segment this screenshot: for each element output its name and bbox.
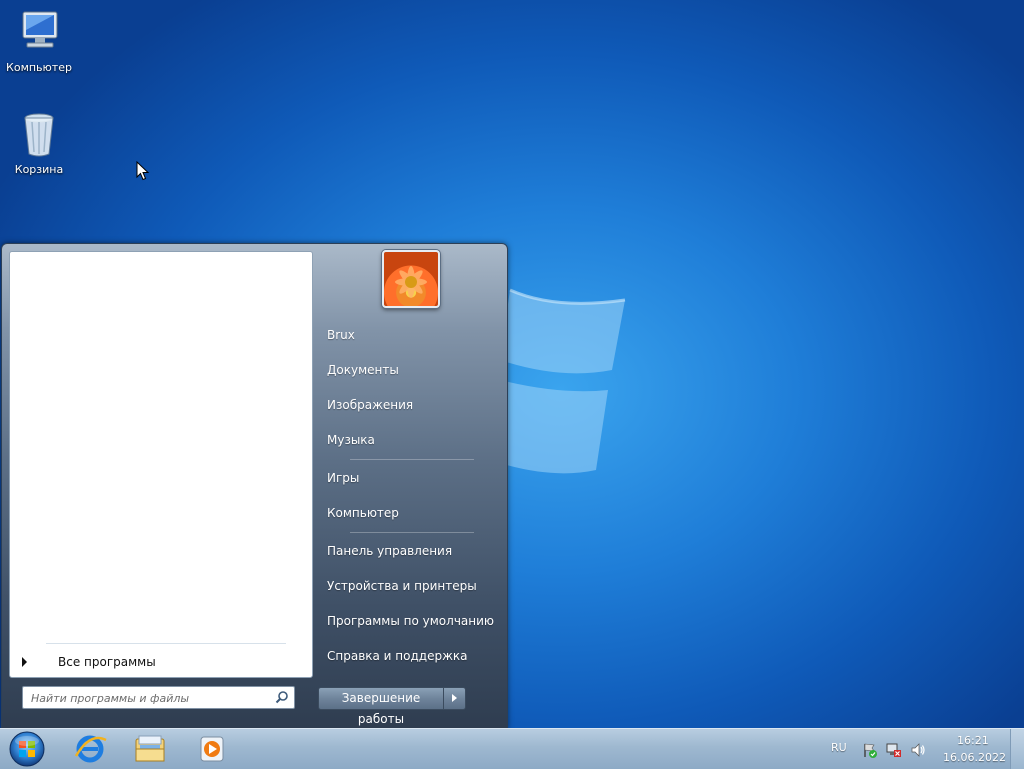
menu-item-documents[interactable]: Документы <box>320 357 499 383</box>
mouse-cursor-icon <box>136 161 150 181</box>
menu-item-user[interactable]: Brux <box>320 322 499 348</box>
desktop-icon-recycle-bin[interactable]: Корзина <box>1 110 77 176</box>
separator <box>46 643 286 644</box>
language-indicator[interactable]: RU <box>831 741 847 754</box>
menu-item-default-programs[interactable]: Программы по умолчанию <box>320 608 499 634</box>
show-desktop-button[interactable] <box>1010 729 1024 769</box>
separator <box>350 459 474 460</box>
desktop: Компьютер Корзина Все программы Найти пр… <box>0 0 1024 728</box>
desktop-icon-label: Корзина <box>14 163 64 176</box>
computer-icon <box>22 11 58 48</box>
all-programs-label: Все программы <box>58 655 156 669</box>
menu-item-devices-printers[interactable]: Устройства и принтеры <box>320 573 499 599</box>
search-icon[interactable] <box>275 690 289 704</box>
internet-explorer-icon[interactable] <box>70 732 110 766</box>
programs-pane: Все программы <box>9 251 313 678</box>
volume-icon[interactable] <box>910 742 926 758</box>
clock-time[interactable]: 16:21 <box>957 734 989 747</box>
menu-item-control-panel[interactable]: Панель управления <box>320 538 499 564</box>
media-player-icon[interactable] <box>192 732 232 766</box>
menu-item-games[interactable]: Игры <box>320 465 499 491</box>
clock-date[interactable]: 16.06.2022 <box>943 751 1006 764</box>
flower-icon <box>395 266 427 298</box>
menu-item-music[interactable]: Музыка <box>320 427 499 453</box>
menu-item-pictures[interactable]: Изображения <box>320 392 499 418</box>
windows-explorer-icon[interactable] <box>130 732 170 766</box>
action-center-flag-icon[interactable] <box>862 742 878 758</box>
recycle-bin-icon <box>24 113 54 157</box>
search-input[interactable] <box>29 689 269 707</box>
menu-item-help-support[interactable]: Справка и поддержка <box>320 643 499 669</box>
shutdown-options-button[interactable] <box>444 687 466 710</box>
menu-item-computer[interactable]: Компьютер <box>320 500 499 526</box>
shutdown-button[interactable]: Завершение работы <box>318 687 444 726</box>
all-programs-button[interactable]: Все программы <box>20 652 300 672</box>
windows-logo-wallpaper <box>500 288 626 474</box>
start-button[interactable] <box>6 730 48 768</box>
start-menu: Все программы Brux Документы <box>1 243 508 728</box>
desktop-icon-computer[interactable]: Компьютер <box>1 8 77 74</box>
separator <box>350 532 474 533</box>
network-disconnected-icon[interactable] <box>886 742 902 758</box>
arrow-right-icon <box>452 694 457 702</box>
desktop-icon-label: Компьютер <box>6 61 72 74</box>
user-picture-avatar[interactable] <box>382 250 440 308</box>
search-box[interactable] <box>22 686 295 709</box>
arrow-right-icon <box>22 657 27 667</box>
taskbar: RU 16:21 16.06.2022 <box>0 728 1024 769</box>
